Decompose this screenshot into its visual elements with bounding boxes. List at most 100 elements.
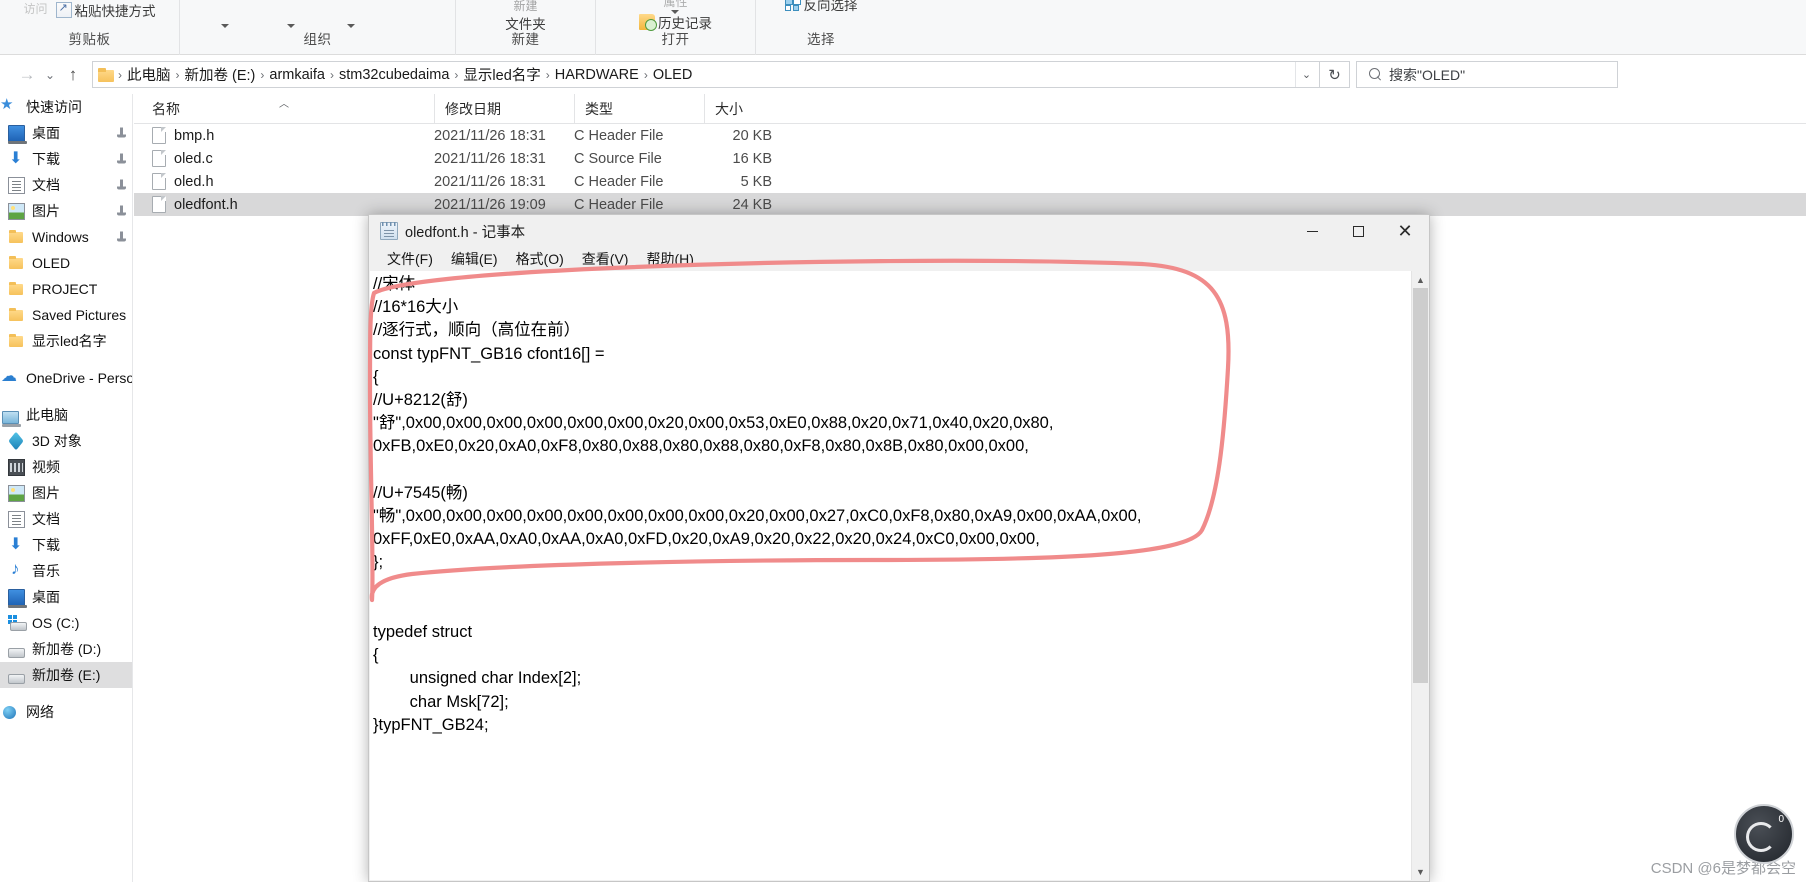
maximize-button[interactable] [1335, 215, 1381, 247]
menu-item-1[interactable]: 编辑(E) [442, 249, 507, 269]
scrollbar-thumb[interactable] [1413, 288, 1428, 638]
rename-button[interactable]: 重命名 [386, 4, 435, 24]
cell-type: C Source File [574, 151, 704, 167]
history-button[interactable]: 历史记录 [635, 12, 716, 32]
cell-type: C Header File [574, 197, 704, 213]
sort-ascending-icon: ︿ [279, 98, 289, 110]
sidebar-item-21[interactable]: 新加卷 (E:) [0, 662, 132, 688]
sidebar-item-0[interactable]: 快速访问 [0, 94, 132, 120]
sidebar-item-18[interactable]: 桌面 [0, 584, 132, 610]
menu-item-0[interactable]: 文件(F) [378, 249, 442, 269]
address-dropdown-icon[interactable]: ⌄ [1295, 62, 1317, 87]
search-input[interactable]: 搜索"OLED" [1389, 65, 1465, 85]
sidebar-item-label: Saved Pictures [32, 307, 127, 323]
breadcrumb-item-0[interactable]: 此电脑 [123, 64, 175, 85]
cell-type: C Header File [574, 174, 704, 190]
pin-icon[interactable] [117, 153, 126, 165]
search-box[interactable]: 搜索"OLED" [1356, 61, 1618, 88]
new-folder-button[interactable]: 新建 文件夹 [501, 0, 550, 30]
search-icon [1369, 68, 1382, 81]
sidebar-item-19[interactable]: OS (C:) [0, 610, 132, 636]
sidebar-item-11[interactable]: 此电脑 [0, 402, 132, 428]
breadcrumb-item-2[interactable]: armkaifa [265, 67, 329, 83]
chevron-down-icon [287, 24, 295, 28]
table-row[interactable]: oled.c 2021/11/26 18:31 C Source File 16 KB [134, 147, 1806, 170]
sidebar-item-1[interactable]: 桌面 [0, 120, 132, 146]
forward-button[interactable]: → [14, 62, 40, 88]
column-header-date[interactable]: 修改日期 [434, 94, 574, 124]
notepad-scrollbar[interactable]: ▲ ▼ [1411, 271, 1428, 880]
notepad-text[interactable]: //宋体 //16*16大小 //逐行式，顺向（高位在前） const typF… [373, 273, 1410, 737]
cell-size: 24 KB [704, 197, 794, 213]
minimize-button[interactable] [1289, 215, 1335, 247]
pin-icon[interactable] [117, 127, 126, 139]
close-button[interactable]: ✕ [1381, 215, 1429, 247]
column-headers: ︿ 名称 修改日期 类型 大小 [134, 94, 1806, 124]
cell-text: oled.c [174, 150, 213, 167]
column-header-type[interactable]: 类型 [574, 94, 704, 124]
file-icon [152, 127, 166, 144]
sidebar-item-10[interactable]: OneDrive - Persona [0, 365, 132, 391]
menu-item-3[interactable]: 查看(V) [573, 249, 638, 269]
pin-icon[interactable] [117, 231, 126, 243]
file-icon [152, 196, 166, 213]
sidebar-item-14[interactable]: 图片 [0, 480, 132, 506]
delete-button[interactable]: 删除 [333, 4, 368, 28]
breadcrumb-item-1[interactable]: 新加卷 (E:) [181, 64, 260, 85]
pictures-icon [8, 202, 25, 220]
ribbon-group-open-items: 属性 历史记录 [596, 0, 755, 32]
menu-item-2[interactable]: 格式(O) [507, 249, 573, 269]
cell-text: oledfont.h [174, 196, 238, 213]
sidebar-item-6[interactable]: OLED [0, 250, 132, 276]
pin-icon[interactable] [117, 205, 126, 217]
documents-icon [8, 510, 25, 528]
breadcrumb-item-3[interactable]: stm32cubedaima [335, 67, 453, 83]
address-bar[interactable]: › 此电脑 › 新加卷 (E:) › armkaifa › stm32cubed… [92, 61, 1320, 88]
table-row[interactable]: bmp.h 2021/11/26 18:31 C Header File 20 KB [134, 124, 1806, 147]
scrollbar-thumb-lower[interactable] [1413, 637, 1428, 683]
ribbon-group-new: 新建 文件夹 新建 [456, 0, 596, 55]
copy-to-button[interactable]: 复制到 [267, 4, 316, 28]
sidebar-item-12[interactable]: 3D 对象 [0, 428, 132, 454]
breadcrumb-item-4[interactable]: 显示led名字 [459, 64, 544, 85]
recent-locations-button[interactable]: ⌄ [40, 62, 60, 88]
cell-text: C Source File [574, 150, 662, 167]
sidebar-item-17[interactable]: 音乐 [0, 558, 132, 584]
table-row[interactable]: oled.h 2021/11/26 18:31 C Header File 5 KB [134, 170, 1806, 193]
sidebar-item-20[interactable]: 新加卷 (D:) [0, 636, 132, 662]
table-row[interactable]: oledfont.h 2021/11/26 19:09 C Header File 2… [134, 193, 1806, 216]
scroll-down-icon[interactable]: ▼ [1412, 863, 1428, 880]
navigation-pane[interactable]: 快速访问桌面下载文档图片WindowsOLEDPROJECTSaved Pict… [0, 94, 133, 882]
minimize-icon [1306, 230, 1318, 232]
sidebar-item-22[interactable]: 网络 [0, 699, 132, 725]
column-header-size[interactable]: 大小 [704, 94, 794, 124]
pin-icon[interactable] [117, 179, 126, 191]
up-button[interactable]: ↑ [60, 62, 86, 88]
scroll-up-icon[interactable]: ▲ [1412, 271, 1428, 288]
notepad-title-bar[interactable]: oledfont.h - 记事本 ✕ [369, 215, 1429, 247]
refresh-button[interactable]: ↻ [1320, 61, 1350, 88]
sidebar-item-15[interactable]: 文档 [0, 506, 132, 532]
sidebar-item-7[interactable]: PROJECT [0, 276, 132, 302]
3d-objects-icon [8, 433, 25, 450]
breadcrumb-item-5[interactable]: HARDWARE [551, 67, 643, 83]
sidebar-item-5[interactable]: Windows [0, 224, 132, 250]
sidebar-item-8[interactable]: Saved Pictures [0, 302, 132, 328]
sidebar-item-13[interactable]: 视频 [0, 454, 132, 480]
menu-item-4[interactable]: 帮助(H) [637, 249, 702, 269]
move-to-button[interactable]: 移动到 [200, 4, 249, 28]
invert-selection-button[interactable]: 反向选择 [781, 0, 862, 14]
folder-icon [8, 307, 25, 324]
notepad-window: oledfont.h - 记事本 ✕ 文件(F) 编辑(E) 格式(O) 查看(V) 帮… [368, 214, 1430, 882]
sidebar-item-2[interactable]: 下载 [0, 146, 132, 172]
paste-shortcut-button[interactable]: 粘贴快捷方式 [52, 0, 160, 20]
navigation-bar: → ⌄ ↑ › 此电脑 › 新加卷 (E:) › armkaifa › stm3… [0, 55, 1806, 94]
sidebar-item-3[interactable]: 文档 [0, 172, 132, 198]
folder-icon [8, 281, 25, 298]
column-header-name[interactable]: ︿ 名称 [134, 94, 434, 124]
sidebar-item-9[interactable]: 显示led名字 [0, 328, 132, 354]
breadcrumb-item-6[interactable]: OLED [649, 67, 697, 83]
hdd-icon [8, 674, 25, 684]
sidebar-item-16[interactable]: 下载 [0, 532, 132, 558]
sidebar-item-4[interactable]: 图片 [0, 198, 132, 224]
